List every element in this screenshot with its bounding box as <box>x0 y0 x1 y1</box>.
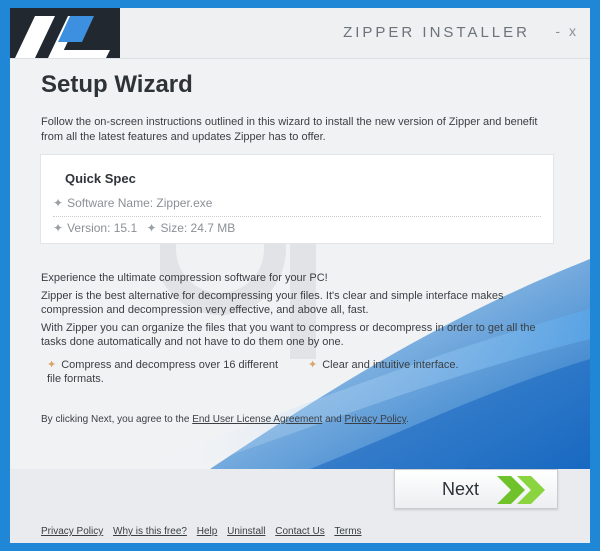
feature-item: ✦ Clear and intuitive interface. <box>308 359 459 371</box>
quick-spec-title: Quick Spec <box>65 171 136 186</box>
zipper-logo <box>10 8 120 58</box>
bullet-icon: ✦ <box>47 359 57 371</box>
installer-window: ZIPPER INSTALLER - x Setup Wizard Follow… <box>10 8 590 543</box>
title-bar[interactable]: ZIPPER INSTALLER - x <box>10 8 590 59</box>
window-frame: ZIPPER INSTALLER - x Setup Wizard Follow… <box>0 0 600 551</box>
footer-links: Privacy Policy Why is this free? Help Un… <box>41 526 369 537</box>
organize-paragraph: With Zipper you can organize the files t… <box>41 322 536 348</box>
bullet-icon: ✦ <box>53 196 64 210</box>
quick-spec-box: Quick Spec ✦ Software Name: Zipper.exe ✦ V… <box>40 154 554 244</box>
footer-link-contact-us[interactable]: Contact Us <box>275 526 324 537</box>
footer-link-privacy-policy[interactable]: Privacy Policy <box>41 526 103 537</box>
close-button[interactable]: x <box>569 23 576 39</box>
eula-link[interactable]: End User License Agreement <box>192 414 322 425</box>
description-paragraph: Zipper is the best alternative for decom… <box>41 290 504 316</box>
content-area: Setup Wizard Follow the on-screen instru… <box>10 59 590 543</box>
version: Version: 15.1 <box>67 221 138 235</box>
footer-link-help[interactable]: Help <box>197 526 218 537</box>
next-button[interactable]: Next <box>394 469 558 509</box>
page-title: Setup Wizard <box>41 71 193 98</box>
spec-row-version: ✦ Version: 15.1 ✦ Size: 24.7 MB <box>53 221 235 235</box>
footer-link-why-free[interactable]: Why is this free? <box>113 526 187 537</box>
intro-text: Follow the on-screen instructions outlin… <box>41 116 538 143</box>
software-name: Software Name: Zipper.exe <box>67 196 213 210</box>
tagline: Experience the ultimate compression soft… <box>41 272 328 284</box>
double-chevron-right-icon <box>497 476 545 504</box>
window-title: ZIPPER INSTALLER <box>343 24 530 41</box>
footer-link-terms[interactable]: Terms <box>334 526 361 537</box>
bullet-icon: ✦ <box>146 221 157 235</box>
footer-link-uninstall[interactable]: Uninstall <box>227 526 265 537</box>
feature-item: ✦ Compress and decompress over 16 differe… <box>47 359 279 385</box>
agreement-text: By clicking Next, you agree to the End U… <box>41 414 409 425</box>
bullet-icon: ✦ <box>53 221 64 235</box>
bullet-icon: ✦ <box>308 359 318 371</box>
spec-divider <box>53 216 541 217</box>
spec-row-software: ✦ Software Name: Zipper.exe <box>53 196 212 210</box>
next-button-label: Next <box>442 479 480 499</box>
minimize-button[interactable]: - <box>555 23 560 39</box>
size: Size: 24.7 MB <box>160 221 236 235</box>
privacy-policy-link[interactable]: Privacy Policy <box>345 414 407 425</box>
